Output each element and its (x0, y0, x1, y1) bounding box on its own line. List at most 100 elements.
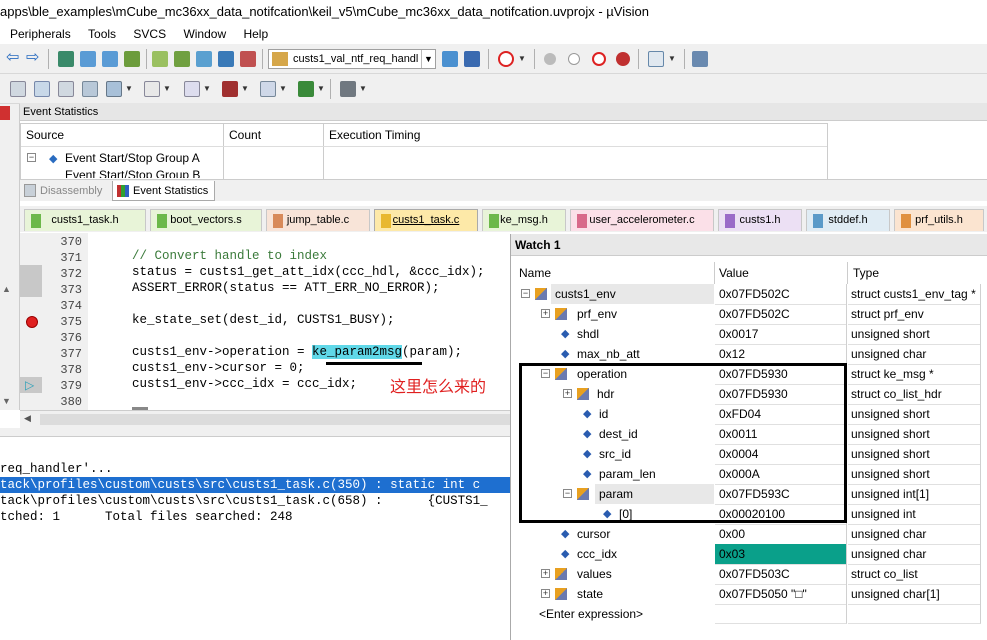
bookmark-clear-icon[interactable] (124, 51, 140, 67)
chevron-down-icon[interactable]: ▼ (163, 80, 171, 98)
collapse-icon[interactable]: − (521, 289, 530, 298)
chevron-down-icon[interactable]: ▼ (421, 50, 435, 68)
bookmark-prev-icon[interactable] (80, 51, 96, 67)
tab-custs1-task-h[interactable]: custs1_task.h (24, 209, 146, 231)
clear-icon[interactable] (240, 51, 256, 67)
watch-row[interactable]: ◆ ccc_idx 0x03 unsigned char (511, 544, 981, 565)
chevron-down-icon[interactable]: ▼ (668, 50, 676, 68)
chevron-down-icon[interactable]: ▼ (359, 80, 367, 98)
tab-stddef-h[interactable]: stddef.h (806, 209, 890, 231)
column-source[interactable]: Source (26, 128, 64, 142)
bookmark-next-icon[interactable] (102, 51, 118, 67)
find-result-selected[interactable]: tack\profiles\custom\custs\src\custs1_ta… (0, 477, 510, 493)
breakpoint-kill-icon[interactable] (616, 52, 630, 66)
chevron-down-icon[interactable]: ▼ (279, 80, 287, 98)
call-stack-icon[interactable] (106, 81, 122, 97)
chevron-left-icon[interactable]: ◀ (24, 413, 31, 424)
event-row-group-b[interactable]: Event Start/Stop Group B (65, 168, 200, 178)
chevron-down-icon[interactable]: ▼ (125, 80, 133, 98)
toolbox-icon[interactable] (340, 81, 356, 97)
wrench-icon[interactable] (692, 51, 708, 67)
breakpoint-icon[interactable] (26, 316, 38, 328)
tab-ke-msg-h[interactable]: ke_msg.h (482, 209, 566, 231)
serial-window-icon[interactable] (222, 81, 238, 97)
watch-row[interactable]: ◆ cursor 0x00 unsigned char (511, 524, 981, 545)
bookmark-icon[interactable] (58, 51, 74, 67)
tab-jump-table-c[interactable]: jump_table.c (266, 209, 370, 231)
menu-tools[interactable]: Tools (88, 24, 116, 44)
tab-event-statistics[interactable]: Event Statistics (112, 181, 216, 201)
unindent-icon[interactable] (174, 51, 190, 67)
column-execution-timing[interactable]: Execution Timing (329, 128, 420, 142)
column-value[interactable]: Value (719, 262, 749, 284)
registers-window-icon[interactable] (82, 81, 98, 97)
menu-help[interactable]: Help (243, 24, 268, 44)
expand-icon[interactable]: + (541, 569, 550, 578)
tab-disassembly[interactable]: Disassembly (20, 181, 108, 201)
window-layout-icon[interactable] (648, 51, 664, 67)
watch-row[interactable]: ◆ max_nb_att 0x12 unsigned char (511, 344, 981, 365)
analysis-window-icon[interactable] (260, 81, 276, 97)
incremental-find-icon[interactable] (464, 51, 480, 67)
tab-custs1-task-c[interactable]: custs1_task.c (374, 209, 478, 231)
watch-header: Name Value Type (511, 262, 987, 284)
symbols-window-icon[interactable] (58, 81, 74, 97)
highlighted-function[interactable]: ke_param2msg (312, 345, 403, 359)
chevron-down-icon[interactable]: ▼ (203, 80, 211, 98)
breakpoint-insert-icon[interactable] (544, 53, 556, 65)
menu-window[interactable]: Window (183, 24, 226, 44)
expand-icon[interactable]: + (541, 589, 550, 598)
watch-value-changed[interactable]: 0x03 (715, 544, 847, 565)
tab-boot-vectors-s[interactable]: boot_vectors.s (150, 209, 262, 231)
memory-window-icon[interactable] (184, 81, 200, 97)
watch-value[interactable]: 0x07FD503C (715, 564, 847, 585)
expand-icon[interactable]: + (541, 309, 550, 318)
find-combo[interactable]: custs1_val_ntf_req_handl ▼ (268, 49, 436, 69)
menu-peripherals[interactable]: Peripherals (10, 24, 71, 44)
find-in-files-icon[interactable] (442, 51, 458, 67)
scrollbar-thumb[interactable] (40, 414, 510, 425)
trace-window-icon[interactable] (298, 81, 314, 97)
chevron-down-icon[interactable]: ▼ (317, 80, 325, 98)
comment-icon[interactable] (196, 51, 212, 67)
breakpoint-enable-icon[interactable] (568, 53, 580, 65)
menu-svcs[interactable]: SVCS (133, 24, 166, 44)
collapse-icon[interactable]: − (27, 153, 36, 162)
watch-value[interactable]: 0x07FD5050 "□" (715, 584, 847, 605)
variable-icon: ◆ (561, 528, 570, 540)
watch-row[interactable]: + values 0x07FD503C struct co_list (511, 564, 981, 585)
code-editor[interactable]: // Convert handle to index status = cust… (88, 233, 510, 410)
tab-user-accelerometer-c[interactable]: user_accelerometer.c (570, 209, 714, 231)
disassembly-window-icon[interactable] (34, 81, 50, 97)
watch-enter-expression[interactable]: <Enter expression> (511, 604, 981, 624)
find-result-line[interactable]: tack\profiles\custom\custs\src\custs1_ta… (0, 493, 488, 509)
editor-gutter[interactable]: ▷ (20, 233, 44, 410)
uncomment-icon[interactable] (218, 51, 234, 67)
watch-value[interactable]: 0x00 (715, 524, 847, 545)
watch-value[interactable]: 0x07FD502C (715, 304, 847, 325)
column-name[interactable]: Name (519, 262, 551, 284)
forward-arrow-icon[interactable]: ⇨ (26, 50, 40, 67)
chevron-down-icon[interactable]: ▼ (518, 50, 526, 68)
command-window-icon[interactable] (10, 81, 26, 97)
event-row-group-a[interactable]: Event Start/Stop Group A (65, 151, 200, 165)
tab-prf-utils-h[interactable]: prf_utils.h (894, 209, 984, 231)
indent-icon[interactable] (152, 51, 168, 67)
breakpoint-disable-icon[interactable] (592, 52, 606, 66)
debug-session-icon[interactable] (498, 51, 514, 67)
column-type[interactable]: Type (853, 262, 879, 284)
watch-row[interactable]: + state 0x07FD5050 "□" unsigned char[1] (511, 584, 981, 605)
watch-value[interactable]: 0x07FD502C (715, 284, 847, 305)
back-arrow-icon[interactable]: ⇦ (6, 50, 20, 67)
editor-horizontal-scrollbar[interactable]: ◀ (20, 410, 510, 428)
watch-value[interactable]: 0x12 (715, 344, 847, 365)
watch-window-icon[interactable] (144, 81, 160, 97)
watch-row[interactable]: − custs1_env 0x07FD502C struct custs1_en… (511, 284, 981, 305)
tab-custs1-h[interactable]: custs1.h (718, 209, 802, 231)
column-count[interactable]: Count (229, 128, 261, 142)
chevron-down-icon[interactable]: ▼ (241, 80, 249, 98)
watch-value[interactable]: 0x0017 (715, 324, 847, 345)
watch-row[interactable]: + prf_env 0x07FD502C struct prf_env (511, 304, 981, 325)
watch-row[interactable]: ◆ shdl 0x0017 unsigned short (511, 324, 981, 345)
annotation-text: 这里怎么来的 (390, 379, 487, 396)
